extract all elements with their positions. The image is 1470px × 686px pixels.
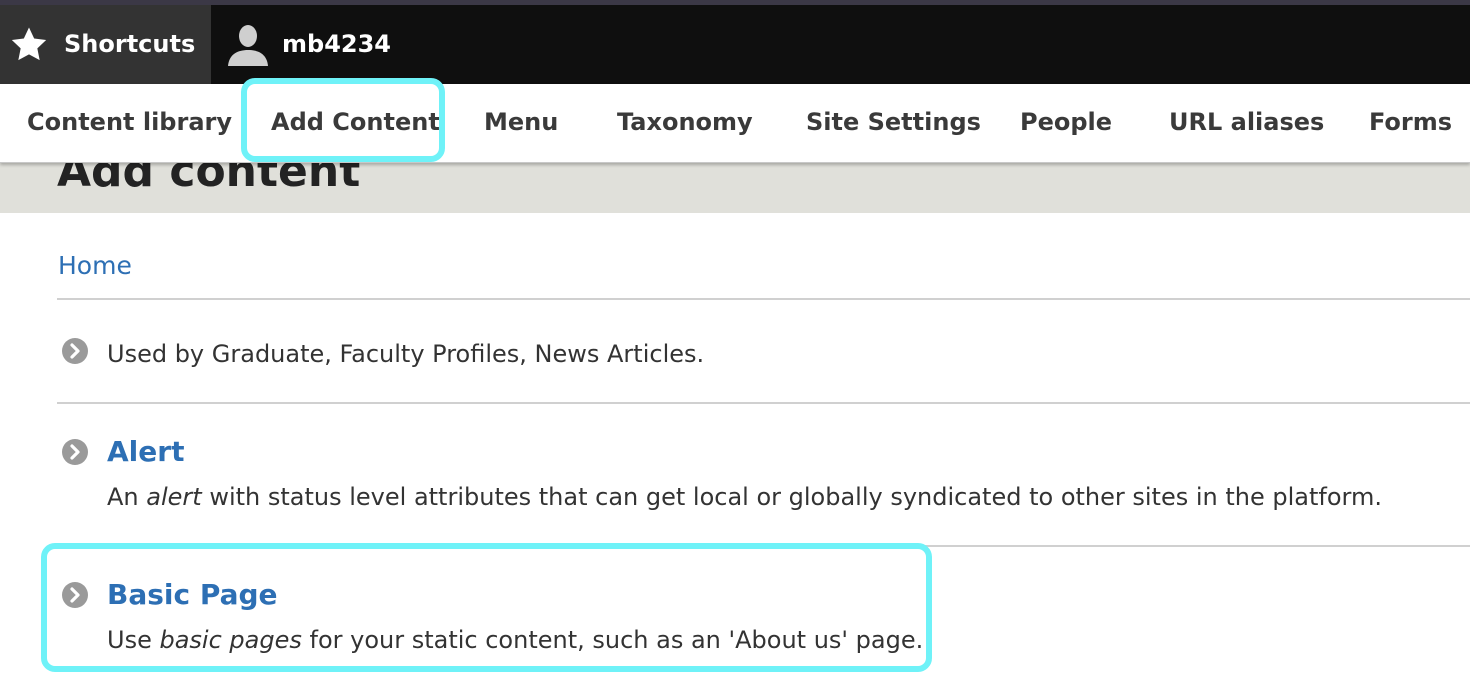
menu-tray: Content library Add Content Menu Taxonom… [0, 84, 1470, 163]
divider [57, 402, 1470, 404]
user-label: mb4234 [282, 30, 391, 58]
page-header: Add content [0, 162, 1470, 213]
entry-description: Use basic pages for your static content,… [107, 624, 923, 656]
entry-description: An alert with status level attributes th… [107, 481, 1382, 513]
chevron-circle-icon [62, 582, 88, 608]
tray-item-menu[interactable]: Menu [484, 104, 558, 140]
breadcrumb-home-link[interactable]: Home [58, 250, 132, 282]
tray-item-people[interactable]: People [1020, 104, 1112, 140]
user-icon [228, 25, 268, 66]
chevron-circle-icon [62, 338, 88, 364]
shortcuts-label: Shortcuts [64, 30, 196, 58]
admin-toolbar: Shortcuts mb4234 [0, 0, 1470, 84]
content-type-alert-link[interactable]: Alert [107, 434, 184, 470]
tray-item-add-content[interactable]: Add Content [271, 104, 440, 140]
page-title: Add content [57, 162, 361, 197]
divider [57, 298, 1470, 300]
description-text: for your static content, such as an 'Abo… [301, 626, 924, 654]
divider [57, 545, 1470, 547]
content-type-basic-page-link[interactable]: Basic Page [107, 577, 278, 613]
chevron-circle-icon [62, 439, 88, 465]
star-icon [11, 27, 47, 61]
shortcuts-button[interactable]: Shortcuts [0, 5, 211, 84]
tray-item-taxonomy[interactable]: Taxonomy [617, 104, 753, 140]
tray-item-site-settings[interactable]: Site Settings [806, 104, 981, 140]
tray-item-forms[interactable]: Forms [1369, 104, 1452, 140]
description-text: with status level attributes that can ge… [201, 483, 1382, 511]
description-emphasis: alert [146, 483, 202, 511]
description-text: Use [107, 626, 160, 654]
tray-item-content-library[interactable]: Content library [27, 104, 232, 140]
tray-item-url-aliases[interactable]: URL aliases [1169, 104, 1324, 140]
description-emphasis: basic pages [159, 626, 302, 654]
description-text: An [107, 483, 147, 511]
entry-description: Used by Graduate, Faculty Profiles, News… [107, 340, 705, 368]
